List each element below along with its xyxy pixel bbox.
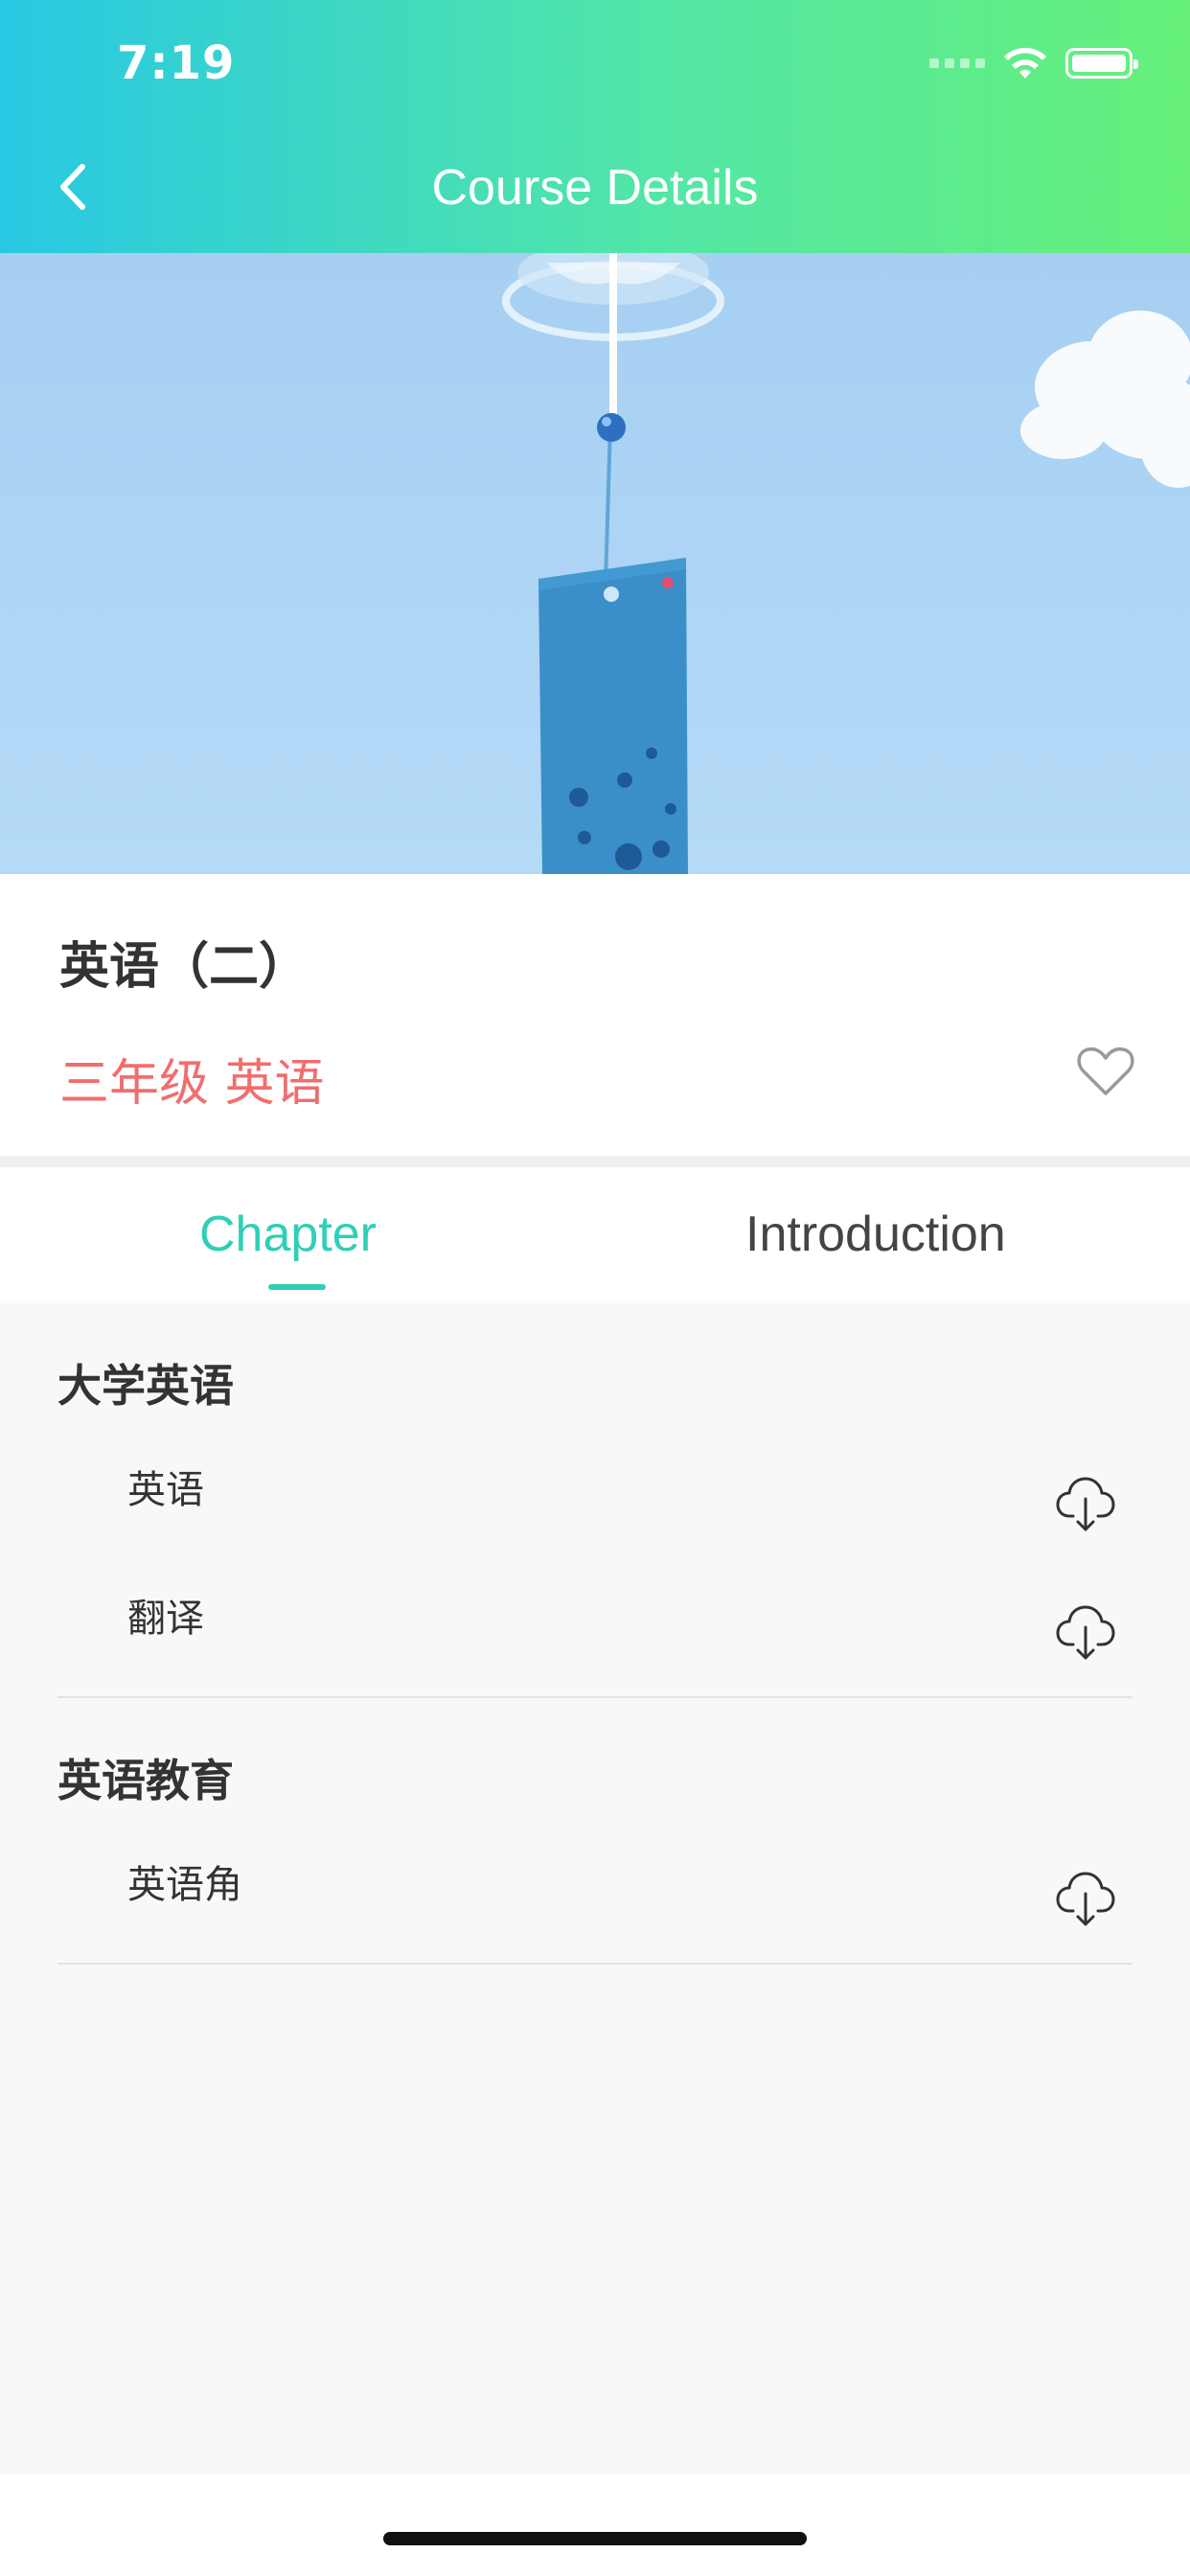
cellular-signal-icon xyxy=(929,58,985,68)
course-cover-image xyxy=(0,253,1190,874)
course-grade-subject: 三年级 英语 xyxy=(59,1055,325,1113)
wind-chime-illustration xyxy=(0,253,1190,874)
battery-icon xyxy=(1065,48,1138,79)
active-tab-indicator xyxy=(268,1284,326,1290)
section-divider xyxy=(0,1156,1190,1167)
list-divider xyxy=(57,1696,1133,1698)
lesson-label: 翻译 xyxy=(127,1597,204,1641)
header: 7:19 Course Details xyxy=(0,0,1190,253)
chapter-title: 大学英语 xyxy=(57,1360,234,1412)
page-title: Course Details xyxy=(431,160,759,216)
status-time: 7:19 xyxy=(117,36,236,90)
lesson-label: 英语角 xyxy=(127,1863,242,1907)
home-indicator-area xyxy=(0,2474,1190,2576)
lesson-row[interactable]: 英语 xyxy=(0,1459,1190,1574)
cloud-download-icon[interactable] xyxy=(1054,1472,1117,1535)
cloud-download-icon[interactable] xyxy=(1054,1867,1117,1930)
list-divider xyxy=(57,1963,1133,1965)
course-info-card: 英语（二） 三年级 英语 xyxy=(0,874,1190,1156)
lesson-label: 英语 xyxy=(127,1468,204,1512)
home-indicator[interactable] xyxy=(383,2532,807,2545)
heart-icon xyxy=(1077,1046,1134,1095)
tab-chapter[interactable]: Chapter xyxy=(199,1206,377,1263)
tab-introduction[interactable]: Introduction xyxy=(745,1206,1006,1263)
chapter-title: 英语教育 xyxy=(57,1755,234,1806)
lesson-row[interactable]: 英语角 xyxy=(0,1853,1190,1968)
cloud-download-icon[interactable] xyxy=(1054,1600,1117,1664)
favorite-button[interactable] xyxy=(1075,1041,1136,1102)
course-title: 英语（二） xyxy=(59,938,309,996)
status-icons xyxy=(929,42,1138,84)
wifi-icon xyxy=(1004,47,1046,79)
tab-bar: Chapter Introduction xyxy=(0,1167,1190,1303)
lesson-row[interactable]: 翻译 xyxy=(0,1587,1190,1702)
